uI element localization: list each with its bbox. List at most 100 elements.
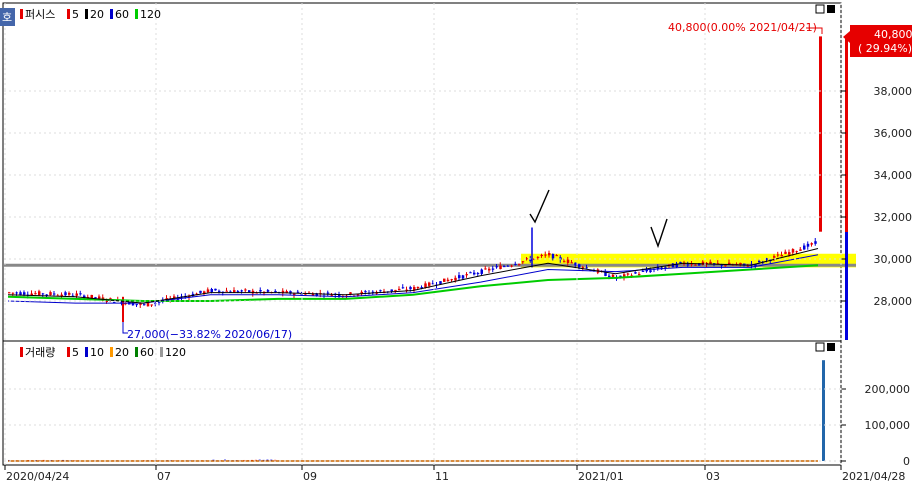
stock-chart: 28,000 30,000 32,000 34,000 36,000 38,000 0 10…: [0, 2, 913, 483]
legend-swatch: [85, 9, 88, 19]
candle-body: [30, 293, 33, 296]
candle-body: [45, 294, 48, 296]
candle-body: [210, 288, 213, 292]
x-tick-label: 11: [435, 470, 449, 483]
volume-panel-frame: [2, 340, 842, 466]
candle-body: [488, 268, 491, 271]
candle-body: [390, 289, 393, 292]
candle-body: [795, 251, 798, 253]
candle-body: [473, 272, 476, 275]
candle-body: [64, 292, 67, 296]
candle-body: [428, 282, 431, 286]
candle-body: [326, 292, 330, 294]
legend-swatch: [67, 347, 70, 357]
legend-label: 20: [90, 8, 104, 21]
legend-label: 120: [165, 346, 186, 359]
volume-close-button[interactable]: [827, 343, 835, 351]
price-panel-frame: [2, 2, 842, 342]
candle-body: [206, 289, 210, 293]
candle-body: [19, 292, 22, 295]
candle-body: [146, 302, 150, 307]
legend-swatch: [110, 9, 113, 19]
candle-body: [135, 304, 138, 306]
candle-body: [461, 275, 465, 279]
candle-body: [416, 286, 420, 289]
panel-close-button[interactable]: [827, 5, 835, 13]
price-tick-label: 32,000: [874, 211, 913, 224]
candle-body: [634, 272, 637, 274]
candle-body: [544, 254, 547, 256]
candle-body: [259, 290, 262, 292]
candle-body: [94, 297, 97, 299]
candle-body: [743, 263, 746, 265]
candle-body: [784, 251, 787, 254]
low-annotation: 27,000(−33.82% 2020/06/17): [127, 328, 292, 341]
last-price-bar-lower: [845, 232, 848, 340]
candle-body: [11, 292, 15, 294]
candle-body: [34, 293, 37, 295]
candle-body: [566, 259, 570, 263]
candle-body: [476, 273, 480, 275]
candle-body: [469, 272, 472, 274]
legend-swatch: [110, 347, 113, 357]
candle-body: [780, 254, 783, 257]
candle-body: [510, 265, 513, 267]
candle-body: [491, 268, 495, 270]
volume-tick-label: 200,000: [865, 383, 911, 396]
candle-body: [803, 245, 806, 250]
candle-body: [611, 274, 615, 277]
legend-label: 120: [140, 8, 161, 21]
candle-body: [244, 289, 247, 291]
legend-label: 60: [115, 8, 129, 21]
candle-body: [379, 290, 382, 292]
candle-body: [79, 293, 82, 295]
x-tick-label: 2021/04/28: [842, 470, 905, 483]
candle-body: [394, 289, 397, 291]
candle-body: [38, 291, 41, 296]
candle-body: [641, 270, 645, 272]
candle-body: [563, 261, 566, 263]
candle-body: [608, 275, 611, 278]
candle-body: [686, 264, 690, 266]
candle-body: [503, 266, 506, 268]
candle-body: [514, 263, 517, 266]
candle-body: [443, 278, 446, 282]
candle-body: [413, 287, 416, 290]
volume-restore-button[interactable]: [815, 342, 825, 352]
price-legend: 퍼시스 5 20 60 120: [20, 8, 161, 21]
legend-swatch: [67, 9, 70, 19]
candle-body: [788, 252, 791, 255]
panel-restore-button[interactable]: [815, 4, 825, 14]
legend-label: 20: [115, 346, 129, 359]
candle-body: [401, 287, 405, 289]
candle-body: [506, 265, 510, 267]
volume-tick-label: 100,000: [865, 419, 911, 432]
candle-body: [518, 263, 521, 265]
candle-body: [446, 279, 450, 282]
candle-body: [799, 249, 802, 251]
x-tick-label: 03: [706, 470, 720, 483]
candle-body: [248, 290, 251, 293]
candle-body: [75, 293, 78, 296]
candle-body: [679, 261, 682, 263]
candle-body: [551, 253, 555, 259]
corner-label: 호: [2, 11, 12, 24]
legend-swatch: [135, 347, 138, 357]
candle-body: [240, 290, 243, 292]
price-tick-label: 34,000: [874, 169, 913, 182]
candle-body: [626, 273, 630, 275]
candle-body: [41, 293, 45, 295]
candle-body: [296, 291, 300, 293]
candle-body: [439, 281, 442, 285]
candle-body: [8, 292, 11, 294]
last-price: 40,800: [874, 28, 913, 41]
legend-label: 10: [90, 346, 104, 359]
legend-label: 5: [72, 8, 79, 21]
legend-swatch: [135, 9, 138, 19]
legend-marker: [20, 9, 23, 19]
legend-marker: [20, 347, 23, 357]
candle-body: [23, 292, 26, 295]
legend-label: 60: [140, 346, 154, 359]
candle-body: [68, 292, 71, 295]
volume-tick-label: 0: [903, 455, 910, 468]
